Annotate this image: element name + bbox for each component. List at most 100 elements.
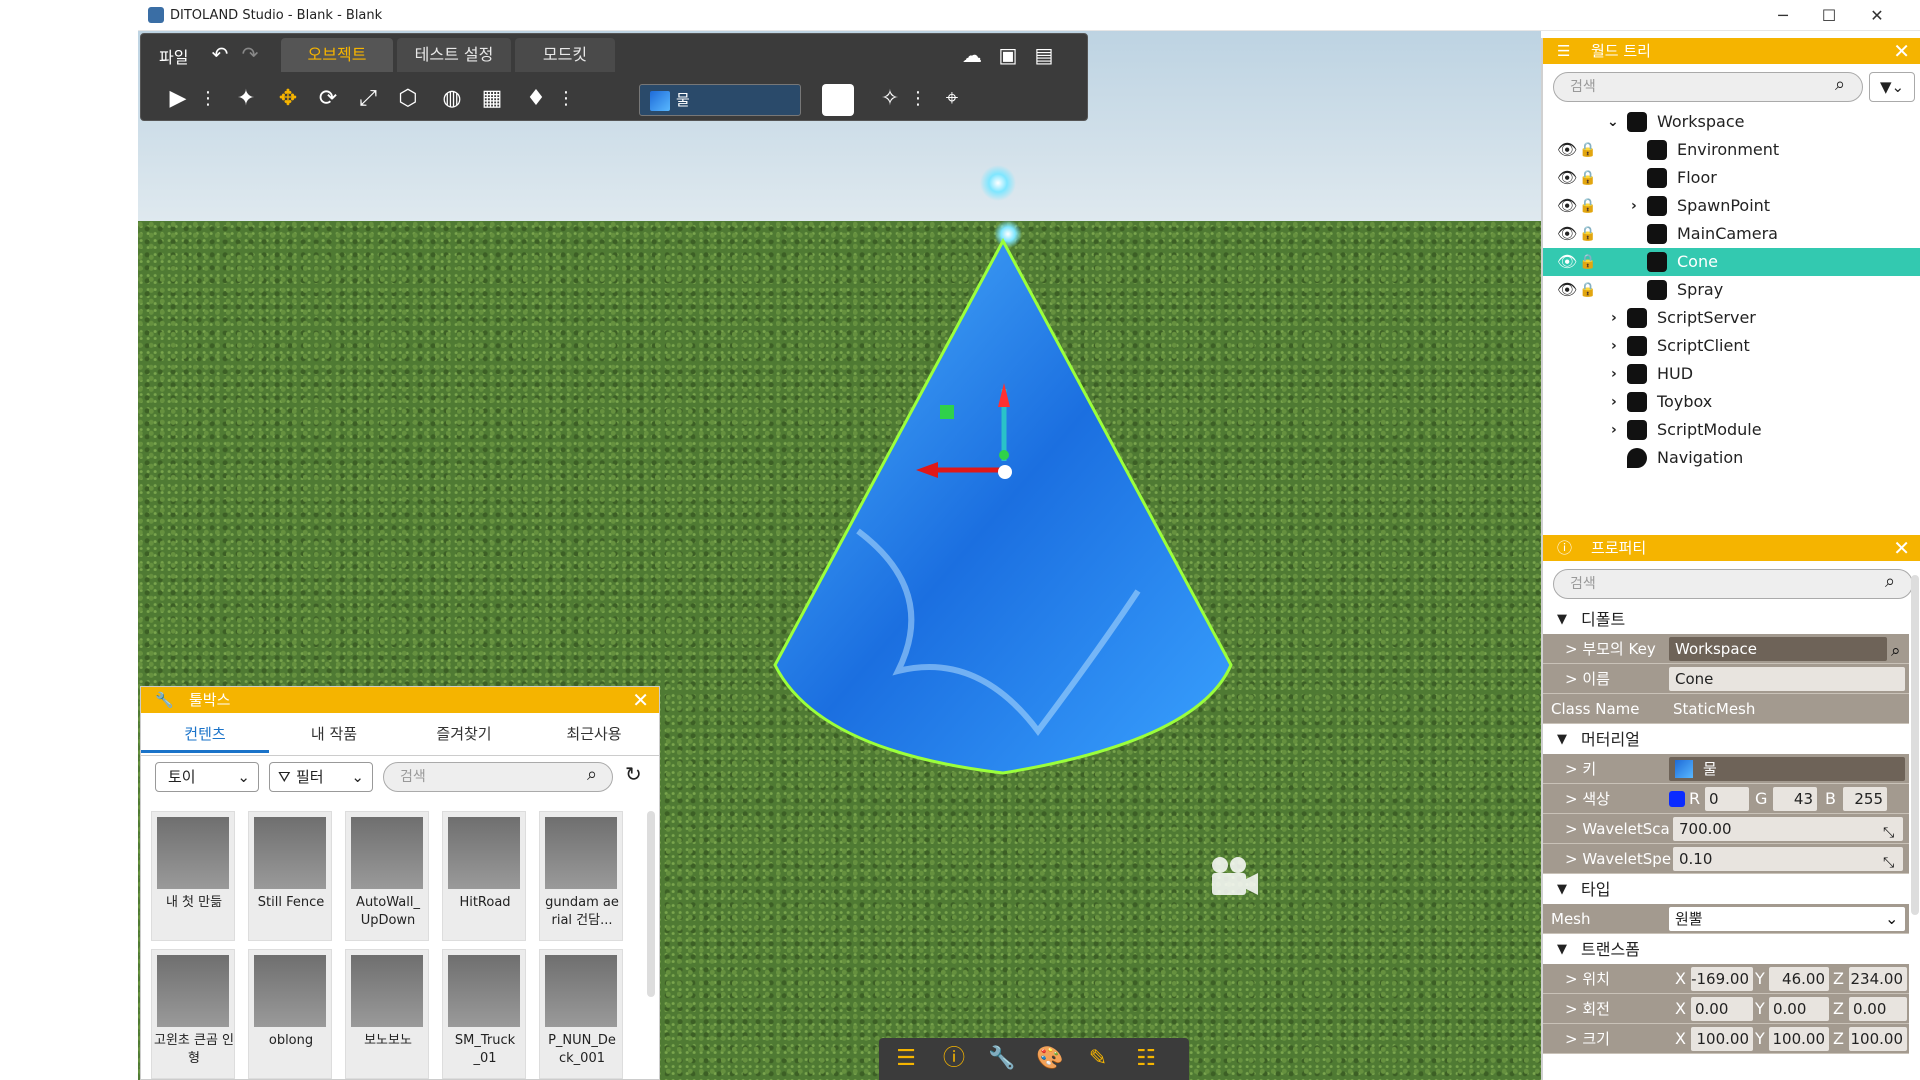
chevron-right-icon[interactable]: ›: [1631, 192, 1637, 220]
material-drop-icon[interactable]: ♦: [521, 84, 551, 114]
lock-icon[interactable]: 🔒: [1579, 248, 1596, 276]
chevron-right-icon[interactable]: ›: [1611, 304, 1617, 332]
wavelet-speed-field[interactable]: 0.10: [1673, 847, 1903, 871]
tree-item-cone[interactable]: 👁 🔒 Cone: [1543, 248, 1920, 276]
section-transform[interactable]: ▼ 트랜스폼: [1543, 936, 1909, 964]
name-field[interactable]: Cone: [1669, 667, 1905, 691]
search-icon[interactable]: ⌕: [1835, 74, 1845, 95]
tree-item-scriptserver[interactable]: › ScriptServer: [1543, 304, 1920, 332]
play-options-icon[interactable]: ⋮: [193, 84, 223, 114]
toybox-toggle-icon[interactable]: 🔧: [987, 1044, 1017, 1074]
eye-icon[interactable]: 👁: [1557, 276, 1577, 304]
tree-filter-icon[interactable]: ▼⌄: [1869, 72, 1915, 102]
undo-icon[interactable]: ↶: [205, 39, 235, 69]
scale-x-field[interactable]: 100.00: [1691, 1027, 1753, 1051]
lock-icon[interactable]: 🔒: [1579, 136, 1596, 164]
file-menu[interactable]: 파일: [159, 44, 188, 68]
search-icon[interactable]: ⌕: [587, 764, 597, 785]
tree-item-navigation[interactable]: Navigation: [1543, 444, 1920, 472]
eye-icon[interactable]: 👁: [1557, 164, 1577, 192]
chevron-right-icon[interactable]: ›: [1611, 360, 1617, 388]
cloud-upload-icon[interactable]: ☁: [957, 40, 987, 70]
section-default[interactable]: ▼ 디폴트: [1543, 606, 1909, 634]
tab-my-works[interactable]: 내 작품: [269, 719, 399, 753]
tree-item-workspace[interactable]: ⌄ Workspace: [1543, 108, 1920, 136]
rotation-z-field[interactable]: 0.00: [1849, 997, 1907, 1021]
tree-item-scriptmodule[interactable]: › ScriptModule: [1543, 416, 1920, 444]
eye-icon[interactable]: 👁: [1557, 248, 1577, 276]
properties-scrollbar[interactable]: [1911, 575, 1919, 915]
toy-card[interactable]: oblong: [248, 949, 332, 1079]
tab-favorites[interactable]: 즐겨찾기: [399, 719, 529, 753]
tree-item-spray[interactable]: 👁 🔒 Spray: [1543, 276, 1920, 304]
category-select[interactable]: 토이 ⌄: [155, 762, 259, 792]
play-icon[interactable]: ▶: [163, 84, 193, 114]
toybox-close-icon[interactable]: ✕: [632, 687, 649, 713]
material-options-icon[interactable]: ⋮: [551, 84, 581, 114]
redo-icon[interactable]: ↷: [235, 39, 265, 69]
search-icon[interactable]: ⌕: [1885, 571, 1895, 592]
filter-select[interactable]: ⛛ 필터 ⌄: [269, 762, 373, 792]
camera-icon[interactable]: [1212, 857, 1258, 895]
toybox-search-input[interactable]: 검색: [383, 762, 613, 792]
rotate-icon[interactable]: ⟳: [313, 84, 343, 114]
tab-recent[interactable]: 최근사용: [529, 719, 659, 753]
tree-item-floor[interactable]: 👁 🔒 Floor: [1543, 164, 1920, 192]
color-r-field[interactable]: 0: [1705, 787, 1749, 811]
rotation-x-field[interactable]: 0.00: [1691, 997, 1753, 1021]
chevron-down-icon[interactable]: ⌄: [1885, 904, 1898, 934]
chevron-right-icon[interactable]: ›: [1611, 416, 1617, 444]
position-x-field[interactable]: -169.00: [1691, 967, 1753, 991]
effects-options-icon[interactable]: ⋮: [903, 84, 933, 114]
move-icon[interactable]: ✥: [273, 84, 303, 114]
toy-card[interactable]: SM_Truck _01: [442, 949, 526, 1079]
tab-object[interactable]: 오브젝트: [281, 38, 393, 72]
material-select[interactable]: 물: [639, 84, 801, 116]
properties-close-icon[interactable]: ✕: [1893, 535, 1910, 561]
tree-item-scriptclient[interactable]: › ScriptClient: [1543, 332, 1920, 360]
edit-script-icon[interactable]: ✎: [1083, 1044, 1113, 1074]
world-space-icon[interactable]: ◍: [437, 84, 467, 114]
scale-z-field[interactable]: 100.00: [1849, 1027, 1907, 1051]
close-button[interactable]: ✕: [1853, 2, 1901, 30]
position-y-field[interactable]: 46.00: [1769, 967, 1829, 991]
lock-icon[interactable]: 🔒: [1579, 192, 1596, 220]
toy-card[interactable]: AutoWall_ UpDown: [345, 811, 429, 941]
section-type[interactable]: ▼ 타입: [1543, 876, 1909, 904]
gizmo-z-handle[interactable]: [999, 450, 1009, 460]
grid-snap-icon[interactable]: ▦: [477, 84, 507, 114]
palette-icon[interactable]: 🎨: [1035, 1044, 1065, 1074]
lock-icon[interactable]: 🔒: [1579, 276, 1596, 304]
tree-item-toybox[interactable]: › Toybox: [1543, 388, 1920, 416]
toy-card[interactable]: 내 첫 만듦: [151, 811, 235, 941]
tree-item-maincamera[interactable]: 👁 🔒 MainCamera: [1543, 220, 1920, 248]
chevron-right-icon[interactable]: ›: [1611, 388, 1617, 416]
chevron-right-icon[interactable]: ›: [1611, 332, 1617, 360]
eye-icon[interactable]: 👁: [1557, 192, 1577, 220]
tab-test-settings[interactable]: 테스트 설정: [397, 38, 511, 72]
mesh-select[interactable]: 원뿔: [1669, 907, 1905, 931]
properties-search-input[interactable]: 검색: [1553, 569, 1913, 599]
properties-toggle-icon[interactable]: ⓘ: [939, 1044, 969, 1074]
visibility-filter-icon[interactable]: ⌖: [937, 84, 967, 114]
maximize-button[interactable]: ☐: [1805, 2, 1853, 30]
wavelet-scale-field[interactable]: 700.00: [1673, 817, 1903, 841]
color-g-field[interactable]: 43: [1773, 787, 1817, 811]
toy-card[interactable]: P_NUN_De ck_001: [539, 949, 623, 1079]
gizmo-center[interactable]: [998, 465, 1012, 479]
eye-icon[interactable]: 👁: [1557, 136, 1577, 164]
toy-card[interactable]: Still Fence: [248, 811, 332, 941]
tree-item-hud[interactable]: › HUD: [1543, 360, 1920, 388]
scale-icon[interactable]: ⤢: [353, 84, 383, 114]
toy-card[interactable]: gundam ae rial 건담...: [539, 811, 623, 941]
lock-icon[interactable]: 🔒: [1579, 164, 1596, 192]
output-log-icon[interactable]: ☷: [1131, 1044, 1161, 1074]
expand-icon[interactable]: ⤡: [1883, 848, 1894, 878]
position-z-field[interactable]: 234.00: [1849, 967, 1907, 991]
tab-modkit[interactable]: 모드킷: [515, 38, 615, 72]
tree-item-environment[interactable]: 👁 🔒 Environment: [1543, 136, 1920, 164]
new-file-icon[interactable]: ▤: [1029, 40, 1059, 70]
material-key-field[interactable]: 물: [1669, 757, 1905, 781]
toy-card[interactable]: HitRoad: [442, 811, 526, 941]
local-space-icon[interactable]: ⬡: [393, 84, 423, 114]
